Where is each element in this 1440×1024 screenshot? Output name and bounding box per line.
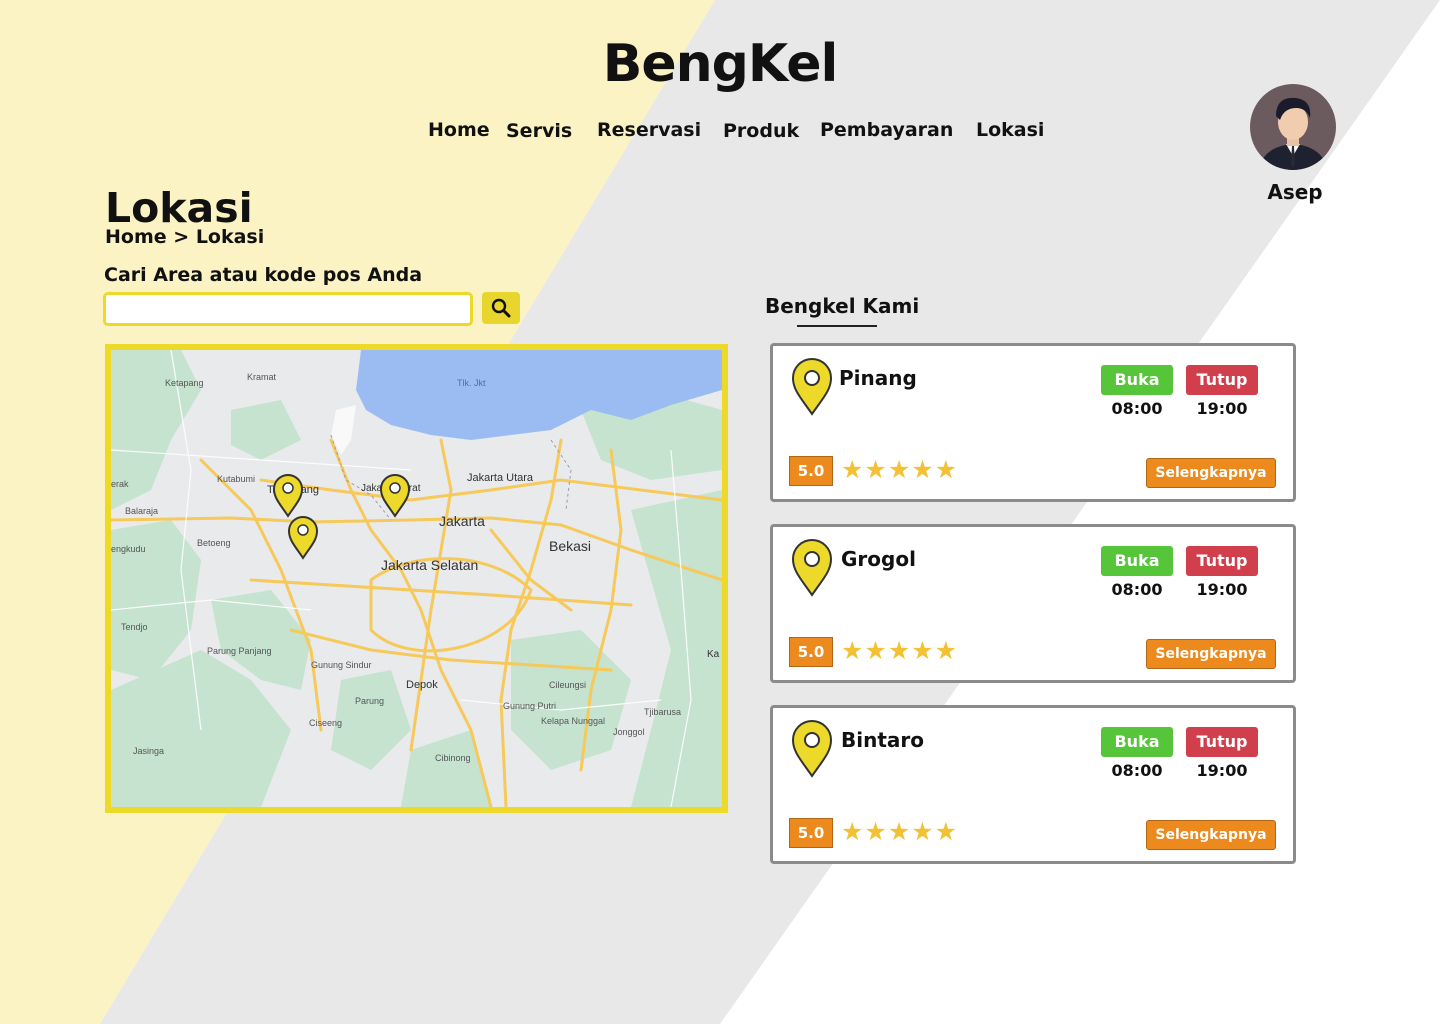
map-label: Ciseeng	[309, 718, 342, 728]
map-label: Jasinga	[133, 746, 164, 756]
map-label: Cibinong	[435, 753, 471, 763]
map-label: Betoeng	[197, 538, 231, 548]
nav-lokasi[interactable]: Lokasi	[976, 119, 1044, 141]
map-label: Ketapang	[165, 378, 204, 388]
map-label: Jakarta Selatan	[381, 557, 478, 573]
breadcrumb: Home > Lokasi	[105, 226, 264, 248]
map-label: Jakarta	[439, 513, 485, 529]
map-label: Balaraja	[125, 506, 158, 516]
map-label: Depok	[406, 679, 438, 691]
closed-badge: Tutup	[1186, 546, 1258, 576]
map-label: Bekasi	[549, 538, 591, 554]
closed-badge: Tutup	[1186, 365, 1258, 395]
star-rating: ★★★★★	[841, 817, 959, 846]
star-rating: ★★★★★	[841, 455, 959, 484]
open-badge: Buka	[1101, 546, 1173, 576]
location-pin-icon	[791, 720, 833, 778]
close-time: 19:00	[1196, 399, 1248, 418]
details-button[interactable]: Selengkapnya	[1146, 639, 1276, 669]
map-label: Tlk. Jkt	[457, 378, 486, 388]
map-label: Kramat	[247, 372, 277, 382]
search-label: Cari Area atau kode pos Anda	[104, 264, 423, 286]
open-time: 08:00	[1111, 761, 1163, 780]
avatar[interactable]	[1250, 84, 1336, 170]
nav-home[interactable]: Home	[428, 119, 490, 141]
map-label: Parung	[355, 696, 384, 706]
branch-card: Grogol Buka Tutup 08:00 19:00 5.0 ★★★★★ …	[770, 524, 1296, 683]
location-pin-icon	[791, 358, 833, 416]
details-button[interactable]: Selengkapnya	[1146, 458, 1276, 488]
branch-name[interactable]: Pinang	[839, 366, 917, 390]
branch-name[interactable]: Grogol	[841, 547, 916, 571]
rating-badge: 5.0	[789, 456, 833, 486]
map-canvas[interactable]: Ketapang Kramat Tlk. Jkt Kutabumi Tanger…	[111, 350, 722, 807]
search-input[interactable]	[103, 292, 473, 326]
section-underline	[797, 325, 877, 327]
nav-reservasi[interactable]: Reservasi	[597, 119, 701, 141]
open-badge: Buka	[1101, 365, 1173, 395]
open-time: 08:00	[1111, 580, 1163, 599]
map-label: Ka	[707, 649, 720, 660]
location-pin-icon	[791, 539, 833, 597]
open-time: 08:00	[1111, 399, 1163, 418]
map-label: Gunung Sindur	[311, 660, 372, 670]
rating-badge: 5.0	[789, 818, 833, 848]
map-label: Tendjo	[121, 622, 148, 632]
open-badge: Buka	[1101, 727, 1173, 757]
map-label: erak	[111, 479, 129, 489]
breadcrumb-current: Lokasi	[195, 226, 265, 248]
star-rating: ★★★★★	[841, 636, 959, 665]
rating-badge: 5.0	[789, 637, 833, 667]
close-time: 19:00	[1196, 761, 1248, 780]
app-title: BengKel	[602, 34, 839, 94]
branch-card: Pinang Buka Tutup 08:00 19:00 5.0 ★★★★★ …	[770, 343, 1296, 502]
map-label: Jakarta Utara	[467, 472, 534, 484]
closed-badge: Tutup	[1186, 727, 1258, 757]
map-label: Tjibarusa	[644, 707, 681, 717]
nav-pembayaran[interactable]: Pembayaran	[820, 119, 953, 141]
breadcrumb-home[interactable]: Home	[105, 226, 167, 248]
page-title: Lokasi	[105, 184, 253, 232]
map-label: Kelapa Nunggal	[541, 716, 605, 726]
breadcrumb-separator: >	[173, 226, 190, 248]
branch-name[interactable]: Bintaro	[841, 728, 924, 752]
map-label: Cileungsi	[549, 680, 586, 690]
map[interactable]: Ketapang Kramat Tlk. Jkt Kutabumi Tanger…	[105, 344, 728, 813]
details-button[interactable]: Selengkapnya	[1146, 820, 1276, 850]
user-name[interactable]: Asep	[1250, 180, 1340, 204]
map-label: Kutabumi	[217, 474, 255, 484]
nav-servis[interactable]: Servis	[506, 120, 572, 142]
map-label: engkudu	[111, 544, 146, 554]
branch-card: Bintaro Buka Tutup 08:00 19:00 5.0 ★★★★★…	[770, 705, 1296, 864]
map-label: Gunung Putri	[503, 701, 556, 711]
search-button[interactable]	[482, 292, 520, 324]
nav-produk[interactable]: Produk	[723, 120, 799, 142]
map-label: Jonggol	[613, 727, 645, 737]
map-label: Parung Panjang	[207, 646, 272, 656]
section-title: Bengkel Kami	[765, 294, 920, 318]
search-icon	[491, 298, 511, 318]
close-time: 19:00	[1196, 580, 1248, 599]
